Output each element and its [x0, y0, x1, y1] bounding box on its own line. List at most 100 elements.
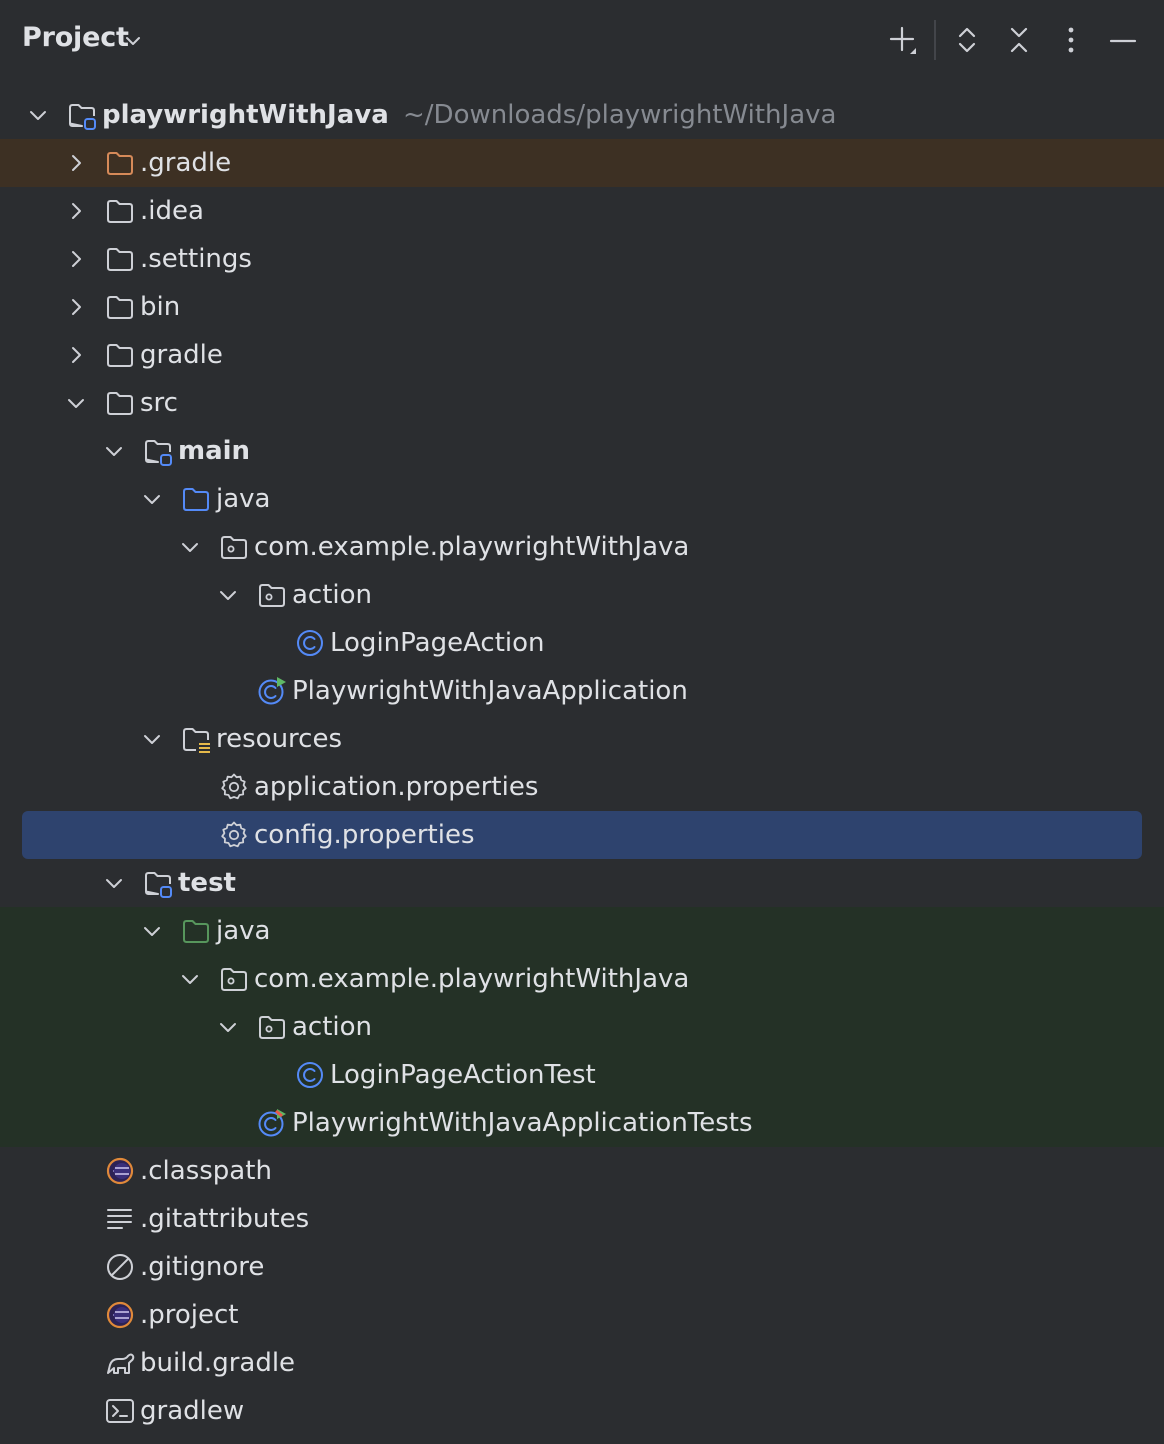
chevron-down-icon[interactable] — [178, 967, 202, 991]
chevron-down-icon[interactable] — [122, 30, 144, 56]
package-icon — [218, 963, 250, 995]
java-class-icon — [294, 1059, 326, 1091]
tree-node-label: LoginPageAction — [330, 628, 545, 658]
tree-node-label: build.gradle — [140, 1348, 296, 1378]
tree-node-row[interactable]: build.gradle — [0, 1339, 1164, 1387]
tree-node-label: gradlew — [140, 1396, 245, 1426]
tree-node-label: .gitignore — [140, 1252, 265, 1282]
tree-node-row[interactable]: .project — [0, 1291, 1164, 1339]
tree-node-label: src — [140, 388, 178, 418]
gradle-elephant-icon — [104, 1347, 136, 1379]
tree-node-label: action — [292, 1012, 373, 1042]
hide-panel-icon[interactable] — [1103, 20, 1143, 60]
chevron-right-icon[interactable] — [64, 343, 88, 367]
tree-node-row[interactable]: PlaywrightWithJavaApplication — [0, 667, 1164, 715]
eclipse-file-icon — [104, 1299, 136, 1331]
tree-node-row[interactable]: .idea — [0, 187, 1164, 235]
tree-node-label: .classpath — [140, 1156, 272, 1186]
module-folder-icon — [142, 435, 174, 467]
tree-node-row[interactable]: PlaywrightWithJavaApplicationTests — [0, 1099, 1164, 1147]
chevron-right-icon[interactable] — [64, 199, 88, 223]
chevron-down-icon[interactable] — [64, 391, 88, 415]
chevron-down-icon[interactable] — [26, 103, 50, 127]
tree-node-label: application.properties — [254, 772, 539, 802]
chevron-down-icon[interactable] — [216, 1015, 240, 1039]
tree-node-row[interactable]: config.properties — [0, 811, 1164, 859]
tree-node-label: resources — [216, 724, 343, 754]
tree-node-row[interactable]: LoginPageActionTest — [0, 1051, 1164, 1099]
toolbar-separator — [934, 20, 936, 60]
tree-node-label: .gitattributes — [140, 1204, 310, 1234]
resources-folder-icon — [180, 723, 212, 755]
module-folder-icon — [142, 867, 174, 899]
tree-node-row[interactable]: application.properties — [0, 763, 1164, 811]
tree-node-label: .settings — [140, 244, 252, 274]
tree-node-row[interactable]: .classpath — [0, 1147, 1164, 1195]
source-root-folder-icon — [180, 483, 212, 515]
tree-node-row[interactable]: bin — [0, 283, 1164, 331]
tree-node-row[interactable]: gradlew — [0, 1387, 1164, 1435]
chevron-down-icon[interactable] — [102, 871, 126, 895]
chevron-down-icon[interactable] — [178, 535, 202, 559]
terminal-script-icon — [104, 1395, 136, 1427]
java-class-icon — [294, 627, 326, 659]
chevron-down-icon[interactable] — [140, 487, 164, 511]
tree-node-label: .idea — [140, 196, 204, 226]
chevron-right-icon[interactable] — [64, 247, 88, 271]
tree-node-label: playwrightWithJava — [102, 100, 389, 130]
tree-node-label: gradle — [140, 340, 223, 370]
tree-node-label: PlaywrightWithJavaApplication — [292, 676, 688, 706]
chevron-down-icon[interactable] — [140, 919, 164, 943]
tree-node-row[interactable]: java — [0, 475, 1164, 523]
expand-all-icon[interactable] — [947, 20, 987, 60]
tree-node-label: LoginPageActionTest — [330, 1060, 596, 1090]
folder-icon — [104, 291, 136, 323]
tree-node-row[interactable]: gradle — [0, 331, 1164, 379]
folder-icon — [104, 339, 136, 371]
folder-icon — [104, 195, 136, 227]
tree-node-label: java — [216, 484, 271, 514]
tree-node-label: PlaywrightWithJavaApplicationTests — [292, 1108, 753, 1138]
tree-node-label: com.example.playwrightWithJava — [254, 964, 690, 994]
tree-node-label: bin — [140, 292, 181, 322]
add-icon[interactable] — [882, 20, 922, 60]
tree-node-row[interactable]: .gitattributes — [0, 1195, 1164, 1243]
tree-node-row[interactable]: action — [0, 1003, 1164, 1051]
tree-node-row[interactable]: resources — [0, 715, 1164, 763]
folder-icon — [104, 387, 136, 419]
tree-node-row[interactable]: main — [0, 427, 1164, 475]
chevron-down-icon[interactable] — [140, 727, 164, 751]
folder-icon — [104, 243, 136, 275]
collapse-all-icon[interactable] — [999, 20, 1039, 60]
chevron-down-icon[interactable] — [216, 583, 240, 607]
tree-node-row[interactable]: com.example.playwrightWithJava — [0, 523, 1164, 571]
tree-node-row[interactable]: .gradle — [0, 139, 1164, 187]
panel-title[interactable]: Project — [22, 22, 129, 53]
tree-node-label: java — [216, 916, 271, 946]
tree-node-row[interactable]: action — [0, 571, 1164, 619]
tree-node-row[interactable]: LoginPageAction — [0, 619, 1164, 667]
ignore-icon — [104, 1251, 136, 1283]
spring-boot-class-icon — [256, 675, 288, 707]
tree-node-row[interactable]: src — [0, 379, 1164, 427]
chevron-down-icon[interactable] — [102, 439, 126, 463]
more-options-icon[interactable] — [1051, 20, 1091, 60]
module-folder-icon — [66, 99, 98, 131]
package-icon — [256, 579, 288, 611]
tree-node-label: .project — [140, 1300, 239, 1330]
package-icon — [256, 1011, 288, 1043]
tree-node-row[interactable]: java — [0, 907, 1164, 955]
tree-node-label: com.example.playwrightWithJava — [254, 532, 690, 562]
panel-header: Project — [0, 0, 1164, 82]
properties-gear-icon — [218, 819, 250, 851]
tree-node-row[interactable]: test — [0, 859, 1164, 907]
project-tree: playwrightWithJava ~/Downloads/playwright… — [0, 91, 1164, 1435]
tree-node-label: test — [178, 868, 236, 898]
chevron-right-icon[interactable] — [64, 295, 88, 319]
chevron-right-icon[interactable] — [64, 151, 88, 175]
tree-node-row[interactable]: .gitignore — [0, 1243, 1164, 1291]
tree-node-row[interactable]: playwrightWithJava ~/Downloads/playwright… — [0, 91, 1164, 139]
tree-node-row[interactable]: .settings — [0, 235, 1164, 283]
tree-node-label: main — [178, 436, 251, 466]
tree-node-row[interactable]: com.example.playwrightWithJava — [0, 955, 1164, 1003]
